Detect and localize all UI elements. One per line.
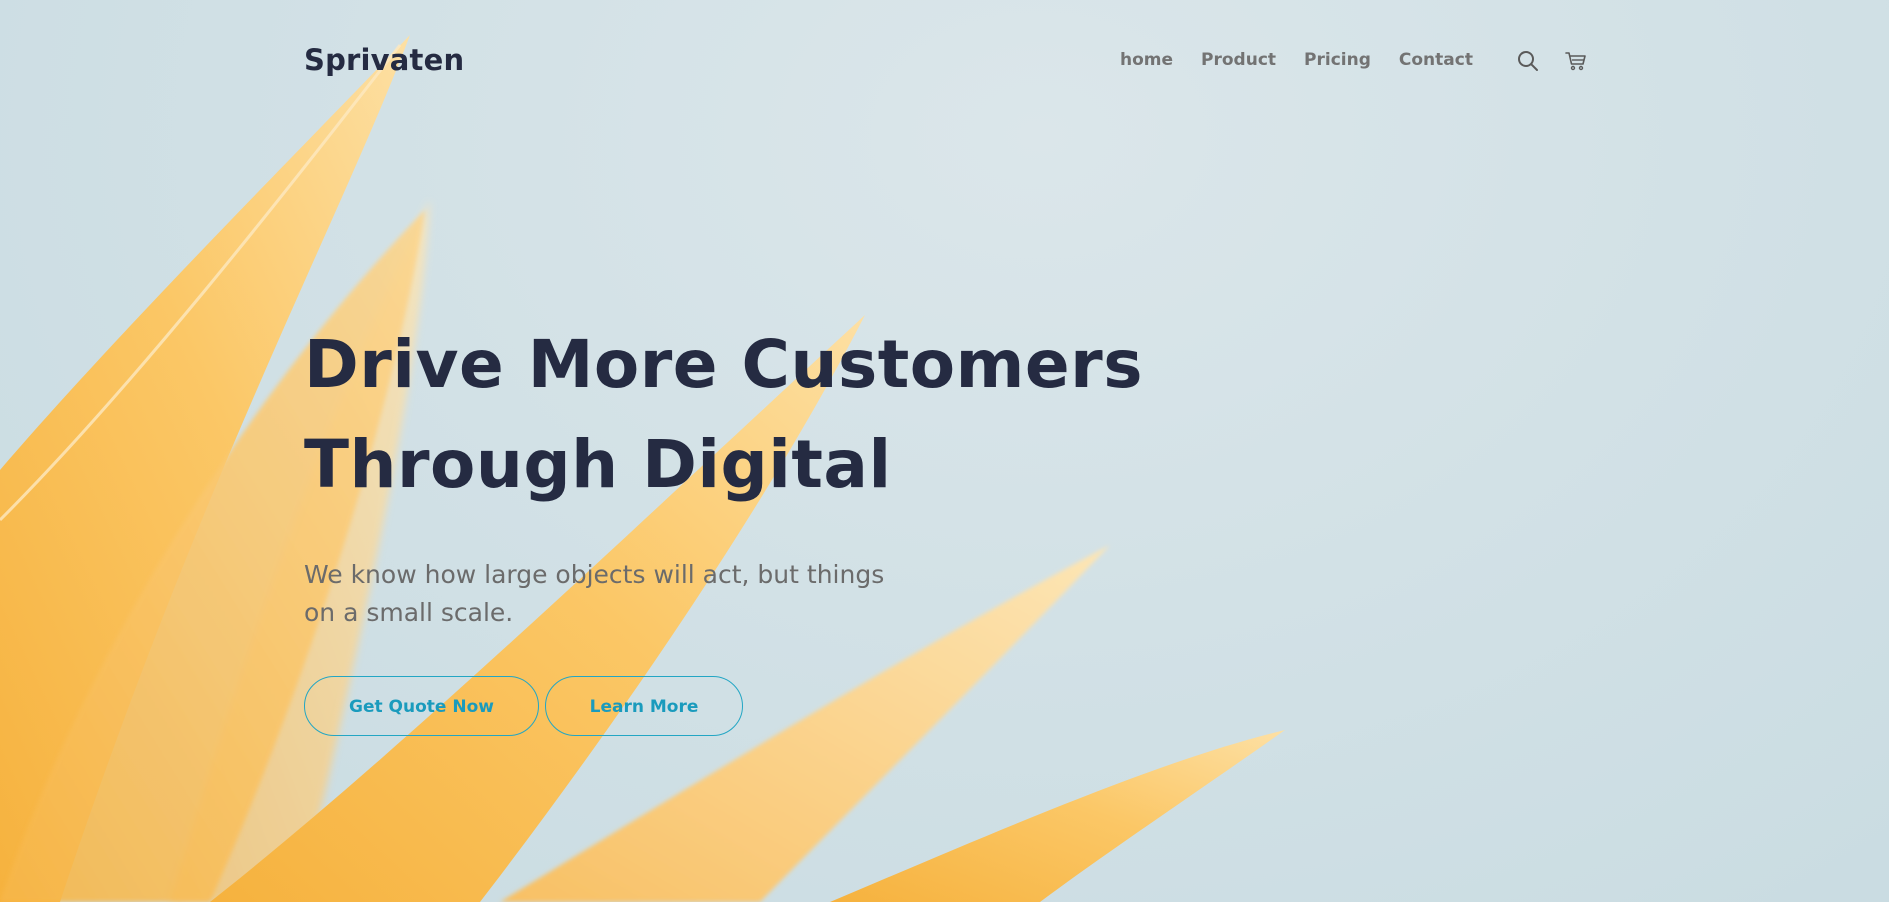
hero-subtitle-line-1: We know how large objects will act, but …	[304, 560, 885, 589]
site-header: Sprivaten home Product Pricing Contact	[304, 40, 1589, 80]
main-nav: home Product Pricing Contact	[1120, 40, 1473, 80]
hero-subtitle-line-2: on a small scale.	[304, 598, 514, 627]
hero-background-image	[0, 35, 1285, 902]
search-icon[interactable]	[1516, 49, 1540, 73]
hero-section: Sprivaten home Product Pricing Contact D…	[0, 0, 1889, 902]
nav-product[interactable]: Product	[1201, 50, 1276, 70]
learn-more-button[interactable]: Learn More	[545, 676, 743, 736]
hero-title-line-2: Through Digital	[304, 426, 892, 503]
get-quote-button[interactable]: Get Quote Now	[304, 676, 539, 736]
nav-home[interactable]: home	[1120, 50, 1173, 70]
brand-logo[interactable]: Sprivaten	[304, 40, 464, 80]
nav-pricing[interactable]: Pricing	[1304, 50, 1371, 70]
nav-contact[interactable]: Contact	[1399, 50, 1473, 70]
cart-icon[interactable]	[1564, 49, 1588, 73]
hero-title-line-1: Drive More Customers	[304, 326, 1143, 403]
